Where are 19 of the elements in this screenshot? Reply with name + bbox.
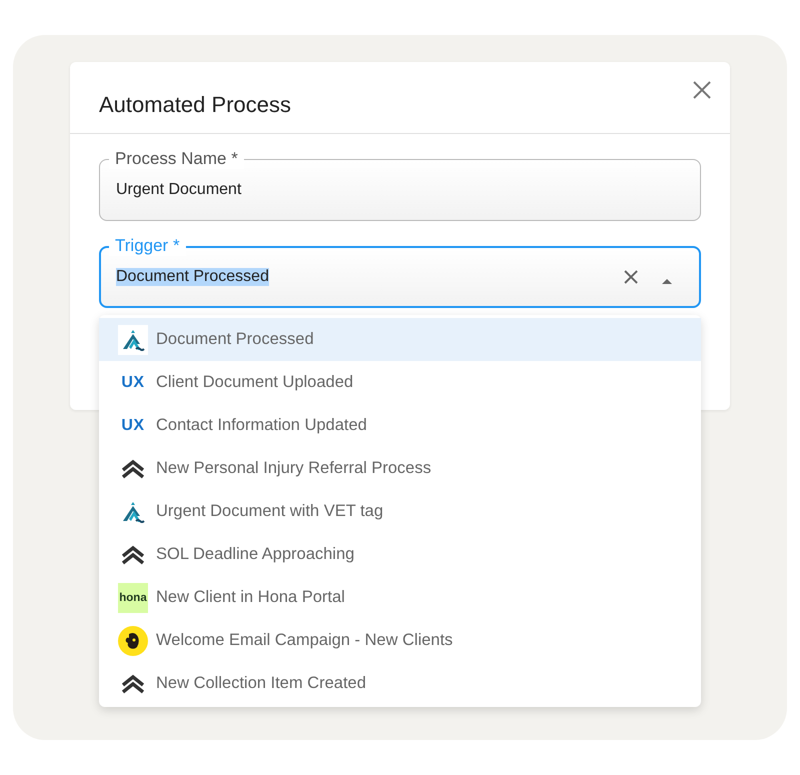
- dialog-title: Automated Process: [99, 90, 291, 118]
- dropdown-option[interactable]: SOL Deadline Approaching: [99, 533, 701, 576]
- peaks-icon: [118, 324, 148, 354]
- close-icon[interactable]: [692, 80, 712, 100]
- field-label: Trigger *: [109, 236, 186, 256]
- dropdown-option[interactable]: Welcome Email Campaign - New Clients: [99, 619, 701, 662]
- ux-logo: UX: [120, 416, 146, 434]
- dropdown-option[interactable]: New Collection Item Created: [99, 662, 701, 705]
- dropdown-option[interactable]: Document Processed: [99, 318, 701, 361]
- field-value: Document Processed: [116, 268, 269, 286]
- dropdown-option[interactable]: UX Contact Information Updated: [99, 404, 701, 447]
- dropdown-option[interactable]: hona New Client in Hona Portal: [99, 576, 701, 619]
- ux-logo: UX: [120, 374, 146, 392]
- dropdown-option[interactable]: New Personal Injury Referral Process: [99, 447, 701, 490]
- dropdown-option[interactable]: UX Client Document Uploaded: [99, 361, 701, 404]
- field-value: Urgent Document: [116, 181, 242, 199]
- dropdown-option[interactable]: Urgent Document with VET tag: [99, 490, 701, 533]
- hona-logo: hona: [118, 582, 148, 612]
- clear-icon[interactable]: [622, 268, 640, 286]
